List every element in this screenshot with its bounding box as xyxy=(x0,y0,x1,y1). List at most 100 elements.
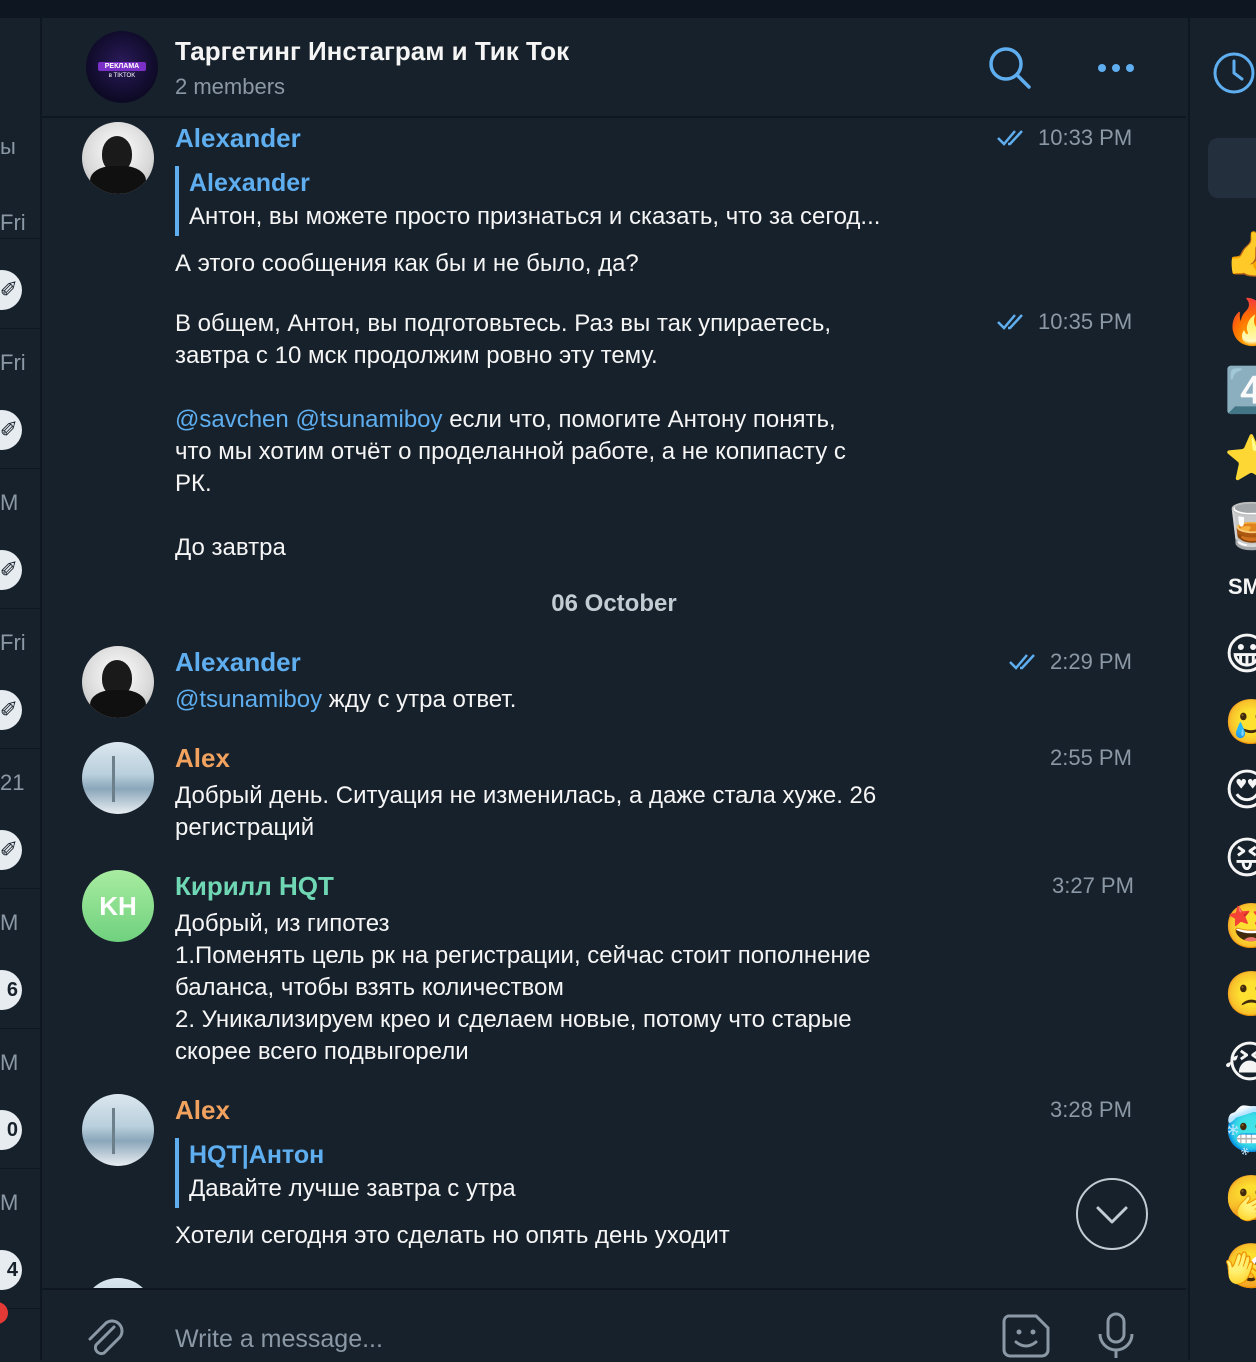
chat-avatar[interactable]: РЕКЛАМА в TIKTOK xyxy=(86,31,158,103)
message-input[interactable]: Write a message... xyxy=(175,1325,383,1354)
chat-list-time: Fri xyxy=(0,210,26,235)
message-text: @tsunamiboy жду с утра ответ. xyxy=(175,684,516,716)
emoji-tab[interactable] xyxy=(1208,138,1256,198)
message-time: 3:28 PM xyxy=(1050,1097,1132,1122)
chat-member-count: 2 members xyxy=(175,74,286,99)
message-text: До завтра xyxy=(175,534,286,561)
reply-text: Антон, вы можете просто признаться и ска… xyxy=(189,203,881,230)
message-text: Хотели сегодня это сделать но опять день… xyxy=(175,1222,730,1249)
smiling-tear-icon[interactable]: 🥲 xyxy=(1224,698,1256,748)
peeking-face-icon[interactable]: 🫣 xyxy=(1224,1242,1256,1292)
pin-icon: ✐ xyxy=(0,830,22,870)
thumbs-up-icon[interactable]: 👍 xyxy=(1224,230,1256,280)
tumbler-glass-icon[interactable]: 🥃 xyxy=(1224,502,1256,552)
avatar[interactable] xyxy=(82,122,154,194)
keycap-four-icon[interactable]: 4️⃣ xyxy=(1224,366,1256,416)
avatar[interactable] xyxy=(82,1094,154,1166)
message-text: что мы хотим отчёт о проделанной работе,… xyxy=(175,438,846,465)
search-icon[interactable] xyxy=(985,43,1035,93)
message-time: 10:33 PM xyxy=(1038,125,1133,150)
unread-badge: 6 xyxy=(0,970,22,1010)
chat-list-sidebar[interactable]: ы Fri ✐ Fri ✐ M ✐ Fri ✐ 21 ✐ M6 M0 M4 xyxy=(0,18,42,1360)
message-text: РК. xyxy=(175,470,212,497)
chat-list-item[interactable]: Fri ✐ xyxy=(0,188,40,329)
clock-icon[interactable] xyxy=(1212,51,1256,95)
message-text-fragment: жду с утра ответ. xyxy=(322,686,517,713)
star-icon[interactable]: ⭐ xyxy=(1224,434,1256,484)
avatar-sublabel: в TIKTOK xyxy=(108,73,136,79)
message-text: баланса, чтобы взять количеством xyxy=(175,974,564,1001)
avatar[interactable] xyxy=(82,646,154,718)
chat-list-item[interactable]: M4 xyxy=(0,1168,40,1309)
emoji-section-label: SM xyxy=(1228,574,1256,599)
avatar[interactable]: KH xyxy=(82,870,154,942)
mention-link[interactable]: @savchen xyxy=(175,406,289,433)
reply-quote[interactable]: HQT|Антон Давайте лучше завтра с утра xyxy=(175,1138,516,1208)
message-text: @savchen @tsunamiboy если что, помогите … xyxy=(175,404,836,436)
chat-title[interactable]: Таргетинг Инстаграм и Тик Ток xyxy=(175,36,569,67)
chevron-down-icon xyxy=(1096,1206,1128,1224)
message-text: Добрый, из гипотез xyxy=(175,910,390,937)
sender-name[interactable]: Alexander xyxy=(175,123,301,154)
reply-quote[interactable]: Alexander Антон, вы можете просто призна… xyxy=(175,166,880,236)
chat-list-time: 21 xyxy=(0,770,25,795)
microphone-icon[interactable] xyxy=(1094,1310,1138,1360)
chat-list-item[interactable]: Fri ✐ xyxy=(0,608,40,749)
sticker-icon[interactable] xyxy=(998,1310,1054,1360)
message-text: А этого сообщения как бы и не было, да? xyxy=(175,250,639,277)
avatar[interactable] xyxy=(82,742,154,814)
avatar[interactable] xyxy=(82,1278,154,1288)
pin-icon: ✐ xyxy=(0,410,22,450)
message-time: 2:55 PM xyxy=(1050,745,1132,770)
message-text: В общем, Антон, вы подготовьтесь. Раз вы… xyxy=(175,310,832,337)
reply-sender: Alexander xyxy=(189,169,310,197)
crying-face-icon[interactable]: 😭 xyxy=(1224,1038,1256,1088)
message-time: 3:27 PM xyxy=(1052,873,1134,898)
chat-list-time: Fri xyxy=(0,630,26,655)
mention-link[interactable]: @tsunamiboy xyxy=(175,686,322,713)
paperclip-icon[interactable] xyxy=(80,1313,128,1361)
more-icon[interactable] xyxy=(1091,43,1141,93)
sender-name[interactable]: Кирилл HQT xyxy=(175,871,334,902)
frowning-face-icon[interactable]: 🙁 xyxy=(1224,970,1256,1020)
unread-badge: 0 xyxy=(0,1110,22,1150)
star-struck-icon[interactable]: 🤩 xyxy=(1224,902,1256,952)
mention-link[interactable]: @tsunamiboy xyxy=(295,406,442,433)
read-checkmarks-icon xyxy=(1009,654,1035,670)
squinting-tongue-icon[interactable]: 😝 xyxy=(1224,834,1256,884)
message-text: завтра с 10 мск продолжим ровно эту тему… xyxy=(175,342,658,369)
heart-eyes-icon[interactable]: 😍 xyxy=(1224,766,1256,816)
message-text: 2. Уникализируем крео и сделаем новые, п… xyxy=(175,1006,852,1033)
message-text: регистраций xyxy=(175,814,315,841)
chat-list-time: Fri xyxy=(0,350,26,375)
pin-icon: ✐ xyxy=(0,550,22,590)
message-time: 2:29 PM xyxy=(1050,649,1132,674)
chat-list-time: ы xyxy=(0,134,16,159)
chat-list-item[interactable]: Fri ✐ xyxy=(0,328,40,469)
window-top-strip xyxy=(0,0,1256,18)
scroll-to-bottom-button[interactable] xyxy=(1076,1178,1148,1250)
grinning-face-icon[interactable]: 😀 xyxy=(1224,630,1256,680)
hand-over-mouth-icon[interactable]: 🫢 xyxy=(1224,1174,1256,1224)
reply-text: Давайте лучше завтра с утра xyxy=(189,1175,516,1202)
cold-face-icon[interactable]: 🥶 xyxy=(1224,1106,1256,1156)
chat-list-item[interactable]: M6 xyxy=(0,888,40,1029)
fire-icon[interactable]: 🔥 xyxy=(1224,298,1256,348)
message-text: скорее всего подвыгорели xyxy=(175,1038,469,1065)
message-list[interactable]: Alexander 10:33 PM Alexander Антон, вы м… xyxy=(42,118,1186,1288)
sender-name[interactable]: Alex xyxy=(175,1095,230,1126)
chat-list-item[interactable]: M ✐ xyxy=(0,468,40,609)
chat-list-time: M xyxy=(0,910,19,935)
message-text-fragment: если что, помогите Антону понять, xyxy=(442,406,836,433)
read-checkmarks-icon xyxy=(997,314,1023,330)
sender-name[interactable]: Alex xyxy=(175,743,230,774)
message-text: Добрый день. Ситуация не изменилась, а д… xyxy=(175,782,877,809)
sender-name[interactable]: Alexander xyxy=(175,647,301,678)
chat-list-item[interactable]: 21 ✐ xyxy=(0,748,40,889)
emoji-panel: 👍 🔥 4️⃣ ⭐ 🥃 SM 😀 🥲 😍 😝 🤩 🙁 😭 🥶 🫢 🫣 xyxy=(1188,18,1256,1360)
chat-list-item[interactable]: M0 xyxy=(0,1028,40,1169)
avatar-label: РЕКЛАМА xyxy=(98,62,146,71)
chat-list-time: M xyxy=(0,1050,19,1075)
message-time: 10:35 PM xyxy=(1038,309,1133,334)
read-checkmarks-icon xyxy=(997,130,1023,146)
